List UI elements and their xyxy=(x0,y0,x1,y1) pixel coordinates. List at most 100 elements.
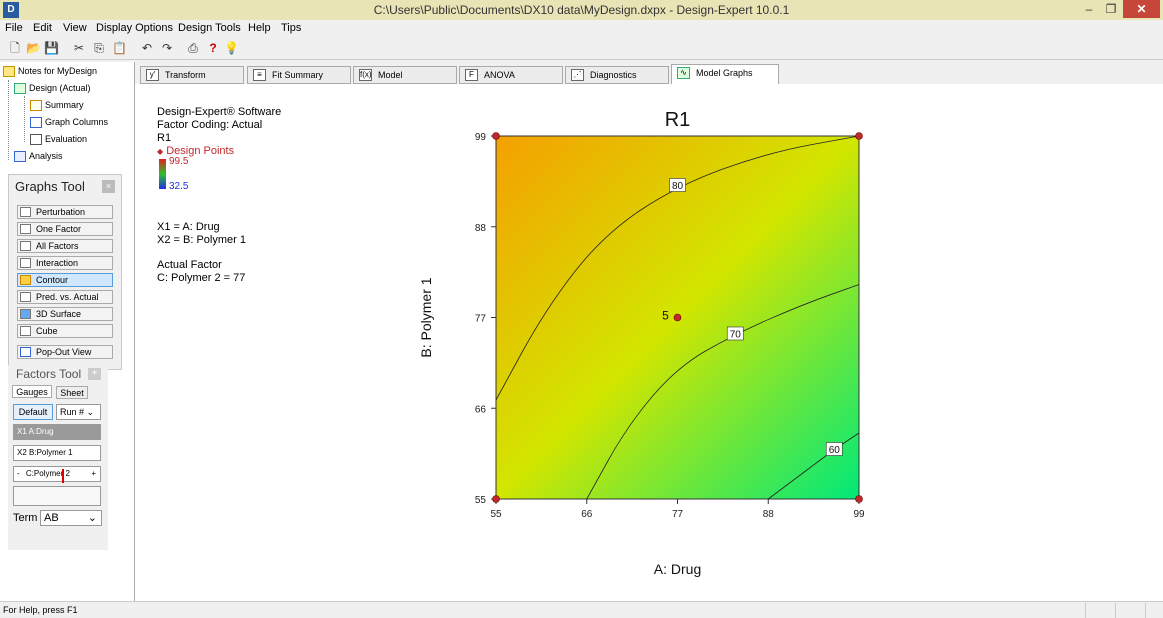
cube-button[interactable]: Cube xyxy=(17,324,113,338)
new-file-icon[interactable]: 🗋 xyxy=(8,41,22,55)
tab-model-graphs[interactable]: ∿ Model Graphs xyxy=(671,64,779,85)
menu-view[interactable]: View xyxy=(63,22,87,34)
summary-icon xyxy=(30,100,42,112)
redo-icon[interactable]: ↷ xyxy=(160,41,174,55)
contour-button[interactable]: Contour xyxy=(17,273,113,287)
status-cell xyxy=(1115,603,1145,618)
tree-evaluation[interactable]: Evaluation xyxy=(30,134,88,146)
contour-label: Contour xyxy=(36,275,69,285)
open-folder-icon[interactable]: 📂 xyxy=(26,41,41,55)
magnifier-icon xyxy=(30,134,42,146)
maximize-button[interactable]: ❐ xyxy=(1100,0,1122,18)
tree-design[interactable]: Design (Actual) xyxy=(14,83,91,95)
interaction-label: Interaction xyxy=(36,258,79,268)
y-tick-label: 66 xyxy=(475,404,487,415)
perturbation-button[interactable]: Perturbation xyxy=(17,205,113,219)
design-point[interactable] xyxy=(673,313,682,322)
factors-tool-expand-button[interactable]: + xyxy=(88,368,101,380)
all-factors-icon xyxy=(20,241,31,251)
tree-evaluation-label: Evaluation xyxy=(45,134,88,144)
term-select-value: AB xyxy=(44,512,59,524)
design-point[interactable] xyxy=(492,495,500,503)
interaction-button[interactable]: Interaction xyxy=(17,256,113,270)
factor-c-gauge[interactable]: - C:Polymer 2 + xyxy=(13,466,101,483)
tree-summary[interactable]: Summary xyxy=(30,100,84,112)
one-factor-button[interactable]: One Factor xyxy=(17,222,113,236)
tab-diagnostics[interactable]: ⋰ Diagnostics xyxy=(565,66,669,84)
tab-fit-summary[interactable]: ≡ Fit Summary xyxy=(247,66,351,84)
design-point[interactable] xyxy=(855,495,863,503)
menu-help[interactable]: Help xyxy=(248,22,271,34)
tab-model-label: Model xyxy=(378,70,403,80)
cut-icon[interactable]: ✂ xyxy=(72,41,86,55)
factor-x1-gauge[interactable]: X1 A:Drug xyxy=(13,424,101,440)
tab-model[interactable]: f(x) Model xyxy=(353,66,457,84)
tree-notes[interactable]: Notes for MyDesign xyxy=(3,66,97,78)
run-select[interactable]: Run # ⌄ xyxy=(56,404,101,420)
graphs-tool: Graphs Tool × Perturbation One Factor Al… xyxy=(8,174,122,370)
tree-analysis[interactable]: Analysis xyxy=(14,151,63,163)
y-axis-label: B: Polymer 1 xyxy=(418,277,434,357)
menu-display-options[interactable]: Display Options xyxy=(96,22,173,34)
center-point-count: 5 xyxy=(662,309,669,323)
print-icon[interactable]: ⎙ xyxy=(186,41,200,55)
title-bar: D C:\Users\Public\Documents\DX10 data\My… xyxy=(0,0,1163,20)
help-icon[interactable]: ? xyxy=(206,41,220,55)
menu-design-tools[interactable]: Design Tools xyxy=(178,22,241,34)
cube-label: Cube xyxy=(36,326,58,336)
tab-transform[interactable]: y' Transform xyxy=(140,66,244,84)
save-icon[interactable]: 💾 xyxy=(44,41,59,55)
copy-icon[interactable]: ⎘ xyxy=(92,41,106,55)
minimize-button[interactable]: – xyxy=(1078,0,1100,18)
chevron-down-icon: ⌄ xyxy=(86,407,95,417)
y-tick-label: 99 xyxy=(475,132,487,143)
pred-vs-actual-button[interactable]: Pred. vs. Actual xyxy=(17,290,113,304)
x-tick-label: 99 xyxy=(853,509,865,520)
design-point[interactable] xyxy=(855,132,863,140)
term-select[interactable]: AB ⌄ xyxy=(40,510,102,526)
close-button[interactable]: ✕ xyxy=(1123,0,1160,18)
undo-icon[interactable]: ↶ xyxy=(140,41,154,55)
anova-icon: F xyxy=(465,69,478,81)
factors-tool: Factors Tool + Gauges Sheet Default Run … xyxy=(8,365,108,550)
one-factor-icon xyxy=(20,224,31,234)
toolbar: 🗋 📂 💾 ✂ ⎘ 📋 ↶ ↷ ⎙ ? 💡 xyxy=(0,38,1163,60)
graphs-tool-close-button[interactable]: × xyxy=(102,180,115,193)
contour-icon xyxy=(20,275,31,285)
3d-surface-button[interactable]: 3D Surface xyxy=(17,307,113,321)
menu-tips[interactable]: Tips xyxy=(281,22,301,34)
x-tick-label: 88 xyxy=(763,509,775,520)
status-cell xyxy=(1145,603,1163,618)
tab-sheet[interactable]: Sheet xyxy=(56,386,88,399)
tab-gauges[interactable]: Gauges xyxy=(12,385,52,398)
tab-transform-label: Transform xyxy=(165,70,206,80)
x-tick-label: 66 xyxy=(581,509,593,520)
tree-graph-columns[interactable]: Graph Columns xyxy=(30,117,109,129)
tip-bulb-icon[interactable]: 💡 xyxy=(224,41,239,55)
contour-label-70: 70 xyxy=(730,330,742,341)
menu-file[interactable]: File xyxy=(5,22,23,34)
paste-icon[interactable]: 📋 xyxy=(112,41,127,55)
default-button[interactable]: Default xyxy=(13,404,53,420)
tree-design-label: Design (Actual) xyxy=(29,83,91,93)
y-tick-label: 77 xyxy=(475,314,487,325)
tree-graph-columns-label: Graph Columns xyxy=(45,117,109,127)
analysis-icon xyxy=(14,151,26,163)
graph-icon xyxy=(30,117,42,129)
model-icon: f(x) xyxy=(359,69,372,81)
x-axis-label: A: Drug xyxy=(654,561,701,577)
design-point[interactable] xyxy=(492,132,500,140)
tab-anova[interactable]: F ANOVA xyxy=(459,66,563,84)
c-plus-button[interactable]: + xyxy=(91,467,96,481)
factor-x2-gauge[interactable]: X2 B:Polymer 1 xyxy=(13,445,101,461)
all-factors-button[interactable]: All Factors xyxy=(17,239,113,253)
menu-edit[interactable]: Edit xyxy=(33,22,52,34)
status-bar: For Help, press F1 xyxy=(0,601,1163,618)
c-minus-button[interactable]: - xyxy=(17,469,20,478)
x-tick-label: 55 xyxy=(490,509,502,520)
fit-summary-icon: ≡ xyxy=(253,69,266,81)
contour-plot[interactable]: 55 66 77 88 99 55 66 77 88 99 80 70 60 5 R1 A: Drug… xyxy=(135,84,1163,601)
pop-out-icon xyxy=(20,347,31,357)
pop-out-view-button[interactable]: Pop-Out View xyxy=(17,345,113,359)
slider-handle[interactable] xyxy=(62,469,64,483)
